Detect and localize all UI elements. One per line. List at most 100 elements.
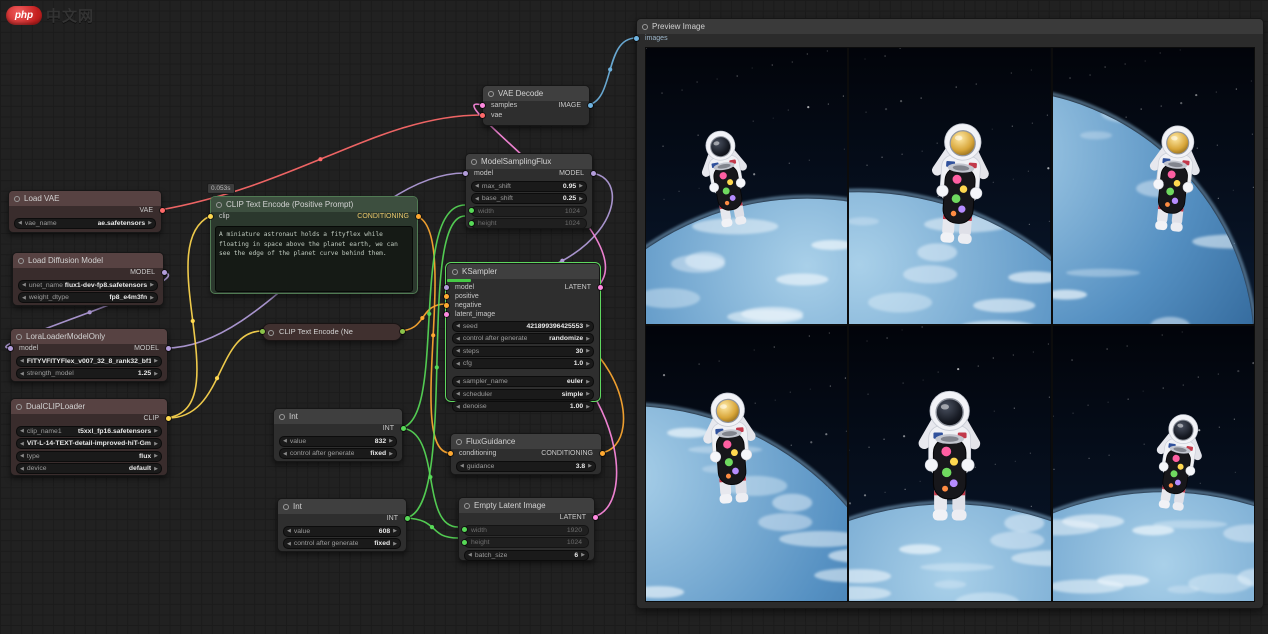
widget-weight-dtype[interactable]: weight_dtype fp8_e4m3fn xyxy=(18,292,158,303)
conditioning-output-dot[interactable] xyxy=(416,214,421,219)
widget-seed[interactable]: seed 421899396425553 xyxy=(452,321,594,332)
latent-image-input-dot[interactable] xyxy=(444,312,449,317)
int-output-dot[interactable] xyxy=(401,426,406,431)
widget-strength-model[interactable]: strength_model 1.25 xyxy=(16,368,162,379)
node-header[interactable]: FluxGuidance xyxy=(451,434,601,449)
node-header[interactable]: Int xyxy=(278,499,406,514)
widget-steps[interactable]: steps 30 xyxy=(452,346,594,357)
clip-input-dot[interactable] xyxy=(208,214,213,219)
node-load-vae[interactable]: Load VAE VAE vae_name ae.safetensors xyxy=(8,190,162,233)
node-flux-guidance[interactable]: FluxGuidance conditioning CONDITIONING g… xyxy=(450,433,602,475)
collapse-icon[interactable] xyxy=(279,414,285,420)
node-header[interactable]: ModelSamplingFlux xyxy=(466,154,592,169)
collapsed-input-dot[interactable] xyxy=(260,329,265,334)
node-header[interactable]: Load Diffusion Model xyxy=(13,253,163,268)
node-header[interactable]: Empty Latent Image xyxy=(459,498,594,513)
node-header[interactable]: CLIP Text Encode (Positive Prompt) xyxy=(211,197,417,212)
negative-input-dot[interactable] xyxy=(444,303,449,308)
height-input-dot[interactable] xyxy=(462,540,467,545)
widget-clip-name2[interactable]: ViT-L-14-TEXT-detail-improved-hiT-GmP-… xyxy=(16,438,162,449)
collapse-icon[interactable] xyxy=(471,159,477,165)
widget-denoise[interactable]: denoise 1.00 xyxy=(452,401,594,412)
samples-input-dot[interactable] xyxy=(480,103,485,108)
widget-control-after-generate[interactable]: control after generate fixed xyxy=(283,538,401,549)
collapse-icon[interactable] xyxy=(456,439,462,445)
model-output-dot[interactable] xyxy=(166,346,171,351)
latent-output-dot[interactable] xyxy=(593,515,598,520)
widget-height-input[interactable]: height 1024 xyxy=(471,218,587,229)
widget-vae-name[interactable]: vae_name ae.safetensors xyxy=(14,218,156,229)
node-model-sampling-flux[interactable]: ModelSamplingFlux model MODEL max_shift … xyxy=(465,153,593,229)
node-header[interactable]: VAE Decode xyxy=(483,86,589,101)
node-ksampler[interactable]: KSampler model LATENT positive negative … xyxy=(446,263,600,401)
vae-input-dot[interactable] xyxy=(480,113,485,118)
model-output-dot[interactable] xyxy=(591,171,596,176)
node-header[interactable]: Preview Image xyxy=(637,19,1263,34)
widget-max-shift[interactable]: max_shift 0.95 xyxy=(471,181,587,192)
collapse-icon[interactable] xyxy=(642,24,648,30)
image-output-dot[interactable] xyxy=(588,103,593,108)
clip-output-dot[interactable] xyxy=(166,416,171,421)
wire-clip-to-positive[interactable] xyxy=(166,216,210,418)
collapse-icon[interactable] xyxy=(18,258,24,264)
node-header[interactable]: DualCLIPLoader xyxy=(11,399,167,414)
widget-device[interactable]: device default xyxy=(16,463,162,474)
widget-batch-size[interactable]: batch_size 6 xyxy=(464,550,589,561)
prompt-textarea[interactable]: A miniature astronaut holds a fityflex w… xyxy=(215,226,413,292)
widget-control-after-generate[interactable]: control after generate fixed xyxy=(279,448,397,459)
widget-lora-name[interactable]: FITYVFITYFlex_v007_32_8_rank32_bf16 … xyxy=(16,356,162,367)
node-header[interactable]: LoraLoaderModelOnly xyxy=(11,329,167,344)
widget-value[interactable]: value 608 xyxy=(283,526,401,537)
latent-output-dot[interactable] xyxy=(598,285,603,290)
wire-clip-to-negative[interactable] xyxy=(166,331,262,418)
collapse-icon[interactable] xyxy=(464,503,470,509)
collapse-icon[interactable] xyxy=(16,334,22,340)
collapse-icon[interactable] xyxy=(16,404,22,410)
node-header[interactable]: KSampler xyxy=(447,264,599,279)
widget-value[interactable]: value 832 xyxy=(279,436,397,447)
widget-sampler-name[interactable]: sampler_name euler xyxy=(452,376,594,387)
widget-clip-name1[interactable]: clip_name1 t5xxl_fp16.safetensors xyxy=(16,426,162,437)
preview-image-4[interactable] xyxy=(646,326,847,602)
model-input-dot[interactable] xyxy=(463,171,468,176)
widget-width-input[interactable]: width 1024 xyxy=(471,206,587,217)
vae-output-dot[interactable] xyxy=(160,208,165,213)
preview-image-1[interactable] xyxy=(646,48,847,324)
node-clip-text-encode-positive[interactable]: CLIP Text Encode (Positive Prompt) clip … xyxy=(210,196,418,294)
height-input-dot[interactable] xyxy=(469,221,474,226)
node-header[interactable]: Int xyxy=(274,409,402,424)
widget-unet-name[interactable]: unet_name flux1-dev-fp8.safetensors xyxy=(18,280,158,291)
node-int-width[interactable]: Int INT value 832 control after generate… xyxy=(273,408,403,462)
widget-control-after-generate[interactable]: control after generate randomize xyxy=(452,333,594,344)
collapse-icon[interactable] xyxy=(452,269,458,275)
node-header[interactable]: Load VAE xyxy=(9,191,161,206)
widget-cfg[interactable]: cfg 1.0 xyxy=(452,358,594,369)
collapse-icon[interactable] xyxy=(488,91,494,97)
widget-height-input[interactable]: height 1024 xyxy=(464,537,589,548)
collapsed-output-dot[interactable] xyxy=(400,329,405,334)
images-input-dot[interactable] xyxy=(634,36,639,41)
widget-guidance[interactable]: guidance 3.8 xyxy=(456,461,596,472)
node-dual-clip-loader[interactable]: DualCLIPLoader CLIP clip_name1 t5xxl_fp1… xyxy=(10,398,168,476)
model-output-dot[interactable] xyxy=(162,270,167,275)
node-graph-canvas[interactable]: php 中文网 Load VAE VAE vae_name ae.safeten… xyxy=(0,0,1268,634)
node-empty-latent-image[interactable]: Empty Latent Image LATENT width 1920 hei… xyxy=(458,497,595,561)
wire-image-to-preview[interactable] xyxy=(588,38,636,105)
widget-width-input[interactable]: width 1920 xyxy=(464,525,589,536)
widget-type[interactable]: type flux xyxy=(16,451,162,462)
collapse-icon[interactable] xyxy=(216,202,222,208)
collapse-icon[interactable] xyxy=(283,504,289,510)
widget-base-shift[interactable]: base_shift 0.25 xyxy=(471,193,587,204)
node-clip-text-encode-negative[interactable]: CLIP Text Encode (Ne xyxy=(262,323,402,341)
collapse-icon[interactable] xyxy=(268,330,274,336)
node-load-diffusion-model[interactable]: Load Diffusion Model MODEL unet_name flu… xyxy=(12,252,164,306)
node-int-height[interactable]: Int INT value 608 control after generate… xyxy=(277,498,407,552)
preview-image-5[interactable] xyxy=(849,326,1050,602)
conditioning-input-dot[interactable] xyxy=(448,451,453,456)
model-input-dot[interactable] xyxy=(444,285,449,290)
positive-input-dot[interactable] xyxy=(444,294,449,299)
conditioning-output-dot[interactable] xyxy=(600,451,605,456)
width-input-dot[interactable] xyxy=(469,208,474,213)
preview-image-2[interactable] xyxy=(849,48,1050,324)
model-input-dot[interactable] xyxy=(8,346,13,351)
